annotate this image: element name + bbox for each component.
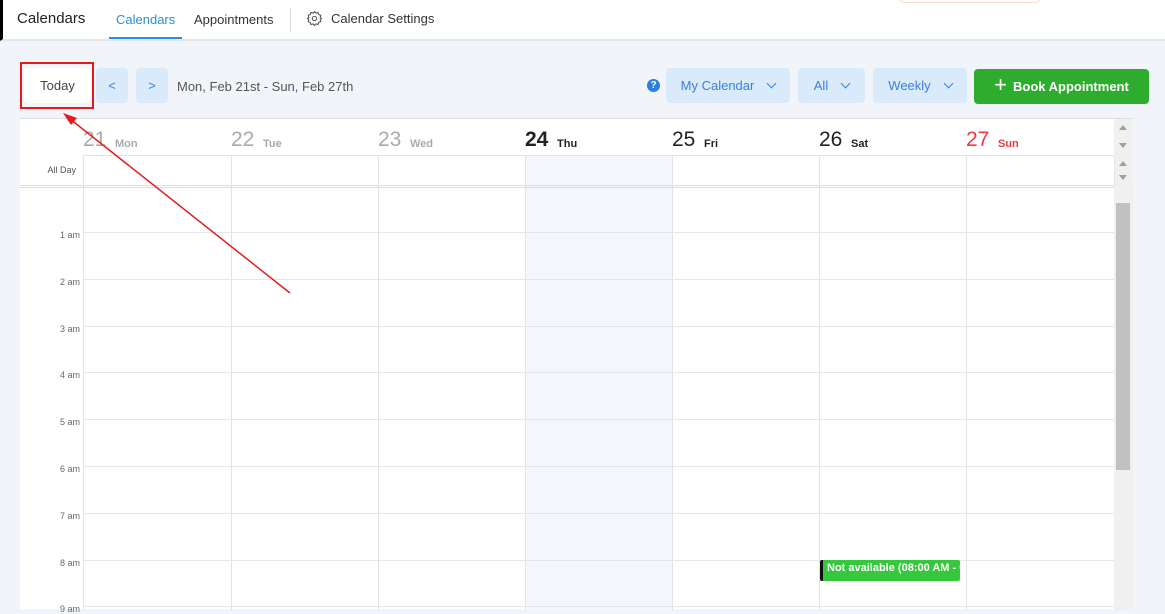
annotation-arrow — [63, 113, 291, 294]
